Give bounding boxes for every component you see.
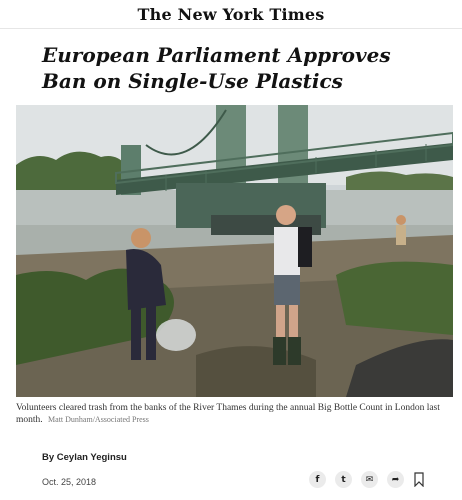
byline[interactable]: By Ceylan Yeginsu bbox=[42, 452, 127, 463]
email-icon[interactable]: ✉ bbox=[361, 471, 378, 488]
publish-date: Oct. 25, 2018 bbox=[42, 477, 97, 487]
bookmark-icon[interactable] bbox=[413, 471, 425, 488]
share-tools: f t ✉ ➦ bbox=[309, 471, 425, 488]
nyt-logo[interactable]: The New York Times bbox=[138, 5, 325, 24]
headline-line-2: Ban on Single-Use Plastics bbox=[42, 69, 343, 93]
twitter-glyph: t bbox=[341, 474, 346, 485]
photo-illustration bbox=[16, 105, 453, 397]
facebook-icon[interactable]: f bbox=[309, 471, 326, 488]
facebook-glyph: f bbox=[315, 474, 320, 485]
share-glyph: ➦ bbox=[391, 474, 400, 485]
bookmark-shape bbox=[414, 472, 424, 487]
article-photo bbox=[16, 105, 453, 397]
masthead: The New York Times bbox=[0, 0, 462, 29]
twitter-icon[interactable]: t bbox=[335, 471, 352, 488]
share-arrow-icon[interactable]: ➦ bbox=[387, 471, 404, 488]
photo-caption: Volunteers cleared trash from the banks … bbox=[16, 402, 446, 426]
article-headline: European Parliament Approves Ban on Sing… bbox=[42, 42, 442, 94]
headline-line-1: European Parliament Approves bbox=[42, 43, 391, 67]
photo-credit: Matt Dunham/Associated Press bbox=[48, 415, 149, 424]
email-glyph: ✉ bbox=[365, 474, 374, 485]
